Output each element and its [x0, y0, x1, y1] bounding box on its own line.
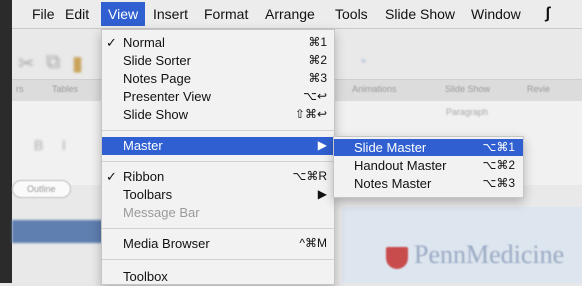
- checkmark-icon: ✓: [106, 35, 117, 50]
- menu-file[interactable]: File: [32, 6, 55, 22]
- italic-icon: I: [62, 137, 66, 153]
- menu-item-label: Ribbon: [123, 169, 165, 184]
- shortcut: ⌥⌘2: [482, 158, 515, 172]
- help-icon: ◔: [358, 53, 367, 69]
- menu-arrange[interactable]: Arrange: [265, 6, 315, 22]
- submenu-item-label: Notes Master: [354, 176, 432, 191]
- menu-item-media-browser[interactable]: Media Browser ^⌘M: [102, 235, 334, 253]
- menu-separator: [102, 228, 334, 229]
- menu-item-label: Presenter View: [123, 89, 211, 104]
- submenu-item-label: Slide Master: [354, 140, 427, 155]
- cut-icon: ✂: [18, 53, 35, 75]
- menu-item-master[interactable]: Master ▶: [102, 137, 334, 155]
- shortcut: ⇧⌘↩: [294, 107, 327, 121]
- slide-brand-text: PennMedicine: [414, 240, 565, 269]
- menu-tools[interactable]: Tools: [335, 6, 368, 22]
- menu-item-label: Normal: [123, 35, 165, 50]
- shortcut: ⌥⌘1: [482, 140, 515, 154]
- checkmark-icon: ✓: [106, 169, 117, 184]
- menu-window[interactable]: Window: [471, 6, 521, 22]
- menu-item-label: Notes Page: [123, 71, 191, 86]
- submenu-arrow-icon: ▶: [317, 187, 327, 201]
- menu-item-presenter-view[interactable]: Presenter View ⌥↩: [102, 88, 334, 106]
- menu-item-notes-page[interactable]: Notes Page ⌘3: [102, 70, 334, 88]
- menu-item-slide-show[interactable]: Slide Show ⇧⌘↩: [102, 106, 334, 124]
- menu-slide-show[interactable]: Slide Show: [385, 6, 455, 22]
- menu-item-label: Slide Sorter: [123, 53, 191, 68]
- ribbon-tab[interactable]: rs: [16, 84, 24, 94]
- menu-edit[interactable]: Edit: [65, 6, 89, 22]
- ribbon-tab-tables[interactable]: Tables: [52, 84, 78, 94]
- menu-insert[interactable]: Insert: [153, 6, 188, 22]
- shortcut: ⌘3: [308, 71, 327, 85]
- master-submenu: Slide Master ⌥⌘1 Handout Master ⌥⌘2 Note…: [333, 136, 524, 198]
- menu-item-normal[interactable]: ✓ Normal ⌘1: [102, 34, 334, 52]
- ribbon-tab-review[interactable]: Revie: [527, 84, 550, 94]
- menu-bar: File Edit View Insert Format Arrange Too…: [12, 0, 582, 29]
- menu-separator: [102, 161, 334, 162]
- menu-item-ribbon[interactable]: ✓ Ribbon ⌥⌘R: [102, 168, 334, 186]
- penn-shield-logo: [386, 247, 408, 269]
- script-menu-icon[interactable]: ʃ: [545, 5, 550, 23]
- outline-tab[interactable]: Outline: [12, 180, 71, 198]
- shortcut: ⌘2: [308, 53, 327, 67]
- menu-item-label: Media Browser: [123, 236, 210, 251]
- submenu-item-slide-master[interactable]: Slide Master ⌥⌘1: [334, 139, 523, 156]
- bold-icon: B: [34, 137, 44, 153]
- shortcut: ⌥⌘3: [482, 176, 515, 190]
- menu-item-label: Message Bar: [123, 205, 200, 220]
- window-edge: [0, 0, 12, 283]
- shortcut: ⌥↩: [303, 89, 327, 103]
- menu-separator: [102, 259, 334, 260]
- shortcut: ^⌘M: [299, 236, 327, 250]
- ribbon-tab-animations[interactable]: Animations: [352, 84, 397, 94]
- paste-icon: ▮: [72, 53, 84, 75]
- menu-item-label: Master: [123, 138, 163, 153]
- menu-item-toolbars[interactable]: Toolbars ▶: [102, 186, 334, 204]
- submenu-item-label: Handout Master: [354, 158, 447, 173]
- menu-separator: [102, 130, 334, 131]
- menu-item-label: Toolbars: [123, 187, 173, 202]
- menu-view[interactable]: View: [101, 2, 146, 26]
- view-menu: ✓ Normal ⌘1 Slide Sorter ⌘2 Notes Page ⌘…: [101, 29, 335, 285]
- submenu-item-handout-master[interactable]: Handout Master ⌥⌘2: [334, 157, 523, 174]
- shortcut: ⌥⌘R: [292, 169, 328, 183]
- menu-item-label: Slide Show: [123, 107, 189, 122]
- menu-format[interactable]: Format: [204, 6, 248, 22]
- menu-item-slide-sorter[interactable]: Slide Sorter ⌘2: [102, 52, 334, 70]
- shortcut: ⌘1: [308, 35, 327, 49]
- copy-icon: ⧉: [46, 51, 61, 73]
- ribbon-tab-slide-show[interactable]: Slide Show: [445, 84, 490, 94]
- menu-item-label: Toolbox: [123, 269, 168, 284]
- submenu-item-notes-master[interactable]: Notes Master ⌥⌘3: [334, 175, 523, 192]
- submenu-arrow-icon: ▶: [317, 138, 327, 152]
- slide-thumbnail: [12, 220, 104, 243]
- slide-canvas: PennMedicine: [342, 207, 582, 283]
- menu-item-toolbox[interactable]: Toolbox: [102, 268, 334, 286]
- paragraph-group-label: Paragraph: [446, 107, 489, 117]
- menu-item-message-bar[interactable]: Message Bar: [102, 204, 334, 222]
